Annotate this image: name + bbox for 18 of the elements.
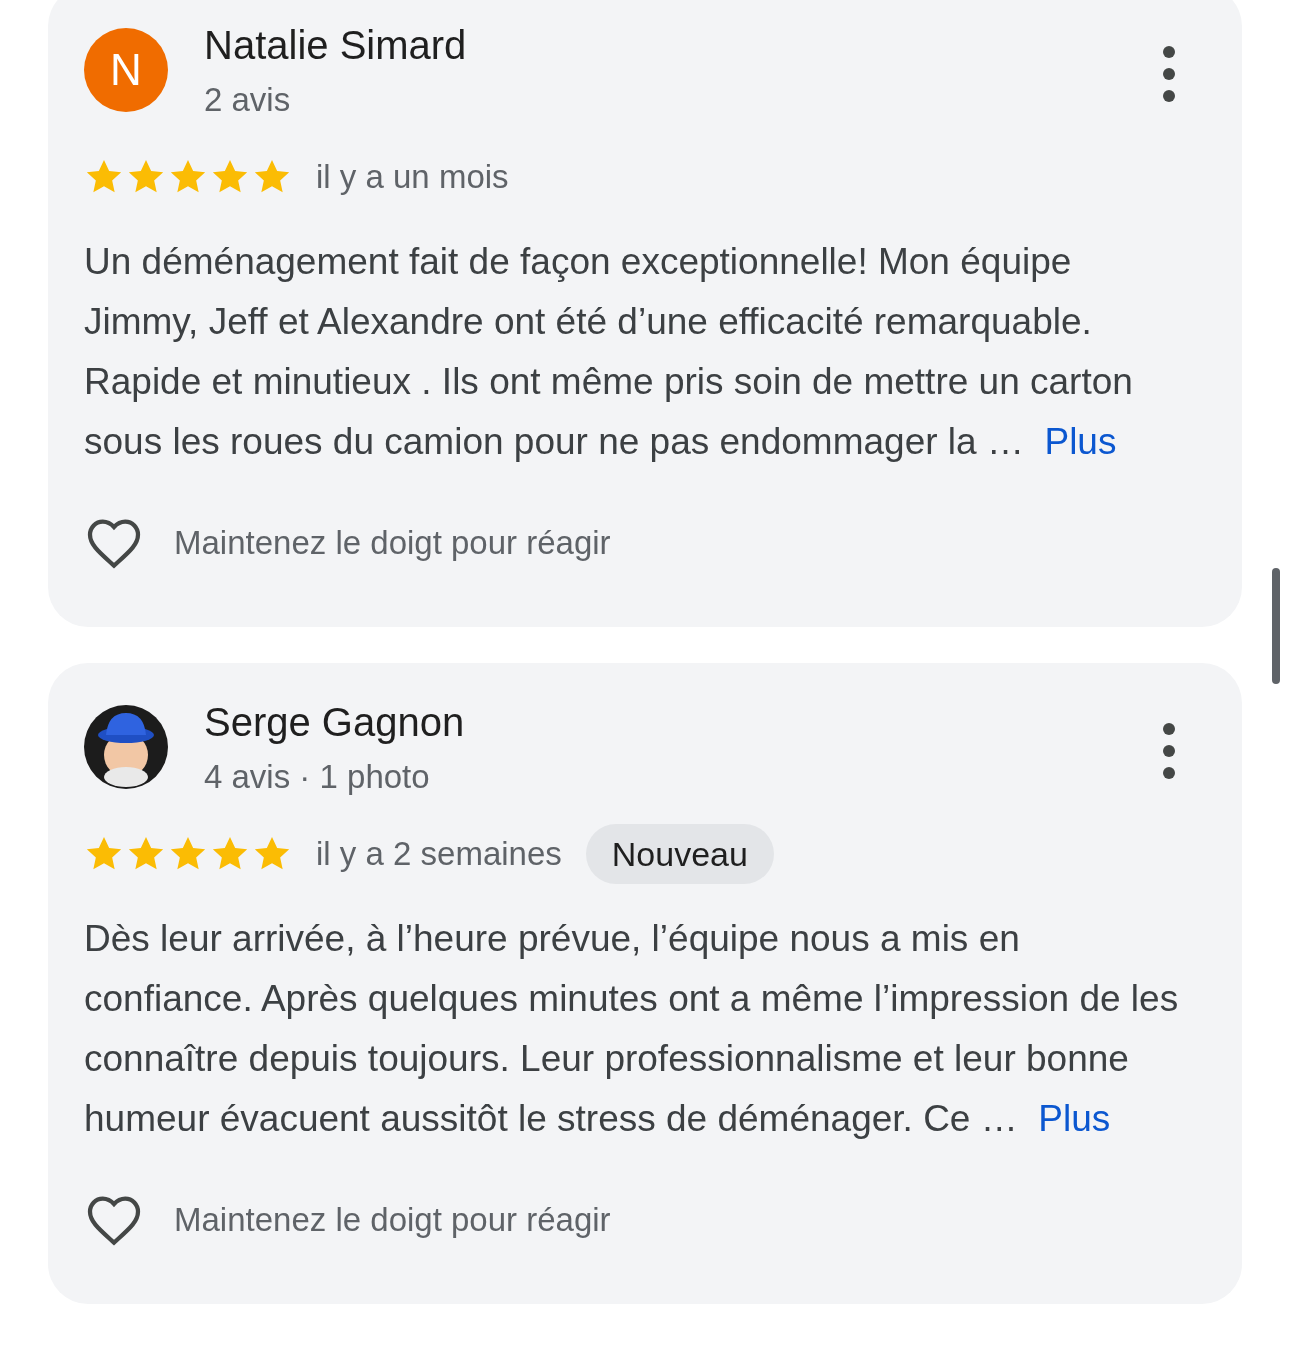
review-date: il y a un mois xyxy=(316,158,509,196)
new-tag: Nouveau xyxy=(585,824,774,884)
reviewer-name[interactable]: Natalie Simard xyxy=(204,20,1161,70)
avatar[interactable]: N xyxy=(84,28,168,112)
review-date: il y a 2 semaines xyxy=(316,835,562,873)
review-text: Un déménagement fait de façon exceptionnelle! Mon équipe Jimmy, Jeff et Alexandre ont été d’une efficacité remarquable. Rapide et minutieux . Ils ont même pris soin de mettre un carton sous les roues du camion pour ne pas endommager la … Plus xyxy=(84,240,1134,464)
more-options-icon[interactable] xyxy=(1161,44,1177,104)
reaction-hint: Maintenez le doigt pour réagir xyxy=(174,1201,611,1239)
reviewer-meta: 4 avis · 1 photo xyxy=(204,757,431,797)
reviewer-name[interactable]: Serge Gagnon xyxy=(204,697,1161,747)
more-options-icon[interactable] xyxy=(1161,721,1177,781)
reviewer-meta: 2 avis xyxy=(204,80,292,120)
avatar-icon[interactable] xyxy=(84,705,168,789)
more-link[interactable]: Plus xyxy=(1038,1098,1111,1139)
more-link[interactable]: Plus xyxy=(1044,421,1117,462)
reaction-hint: Maintenez le doigt pour réagir xyxy=(174,524,611,562)
review-text: Dès leur arrivée, à l’heure prévue, l’équipe nous a mis en confiance. Après quelques minutes ont a même l’impression de les connaître depuis toujours. Leur professionnalisme et leur bonne humeur évacuent aussitôt le stress de déménager. Ce … Plus xyxy=(84,917,1180,1141)
scrollbar[interactable] xyxy=(1272,568,1280,684)
